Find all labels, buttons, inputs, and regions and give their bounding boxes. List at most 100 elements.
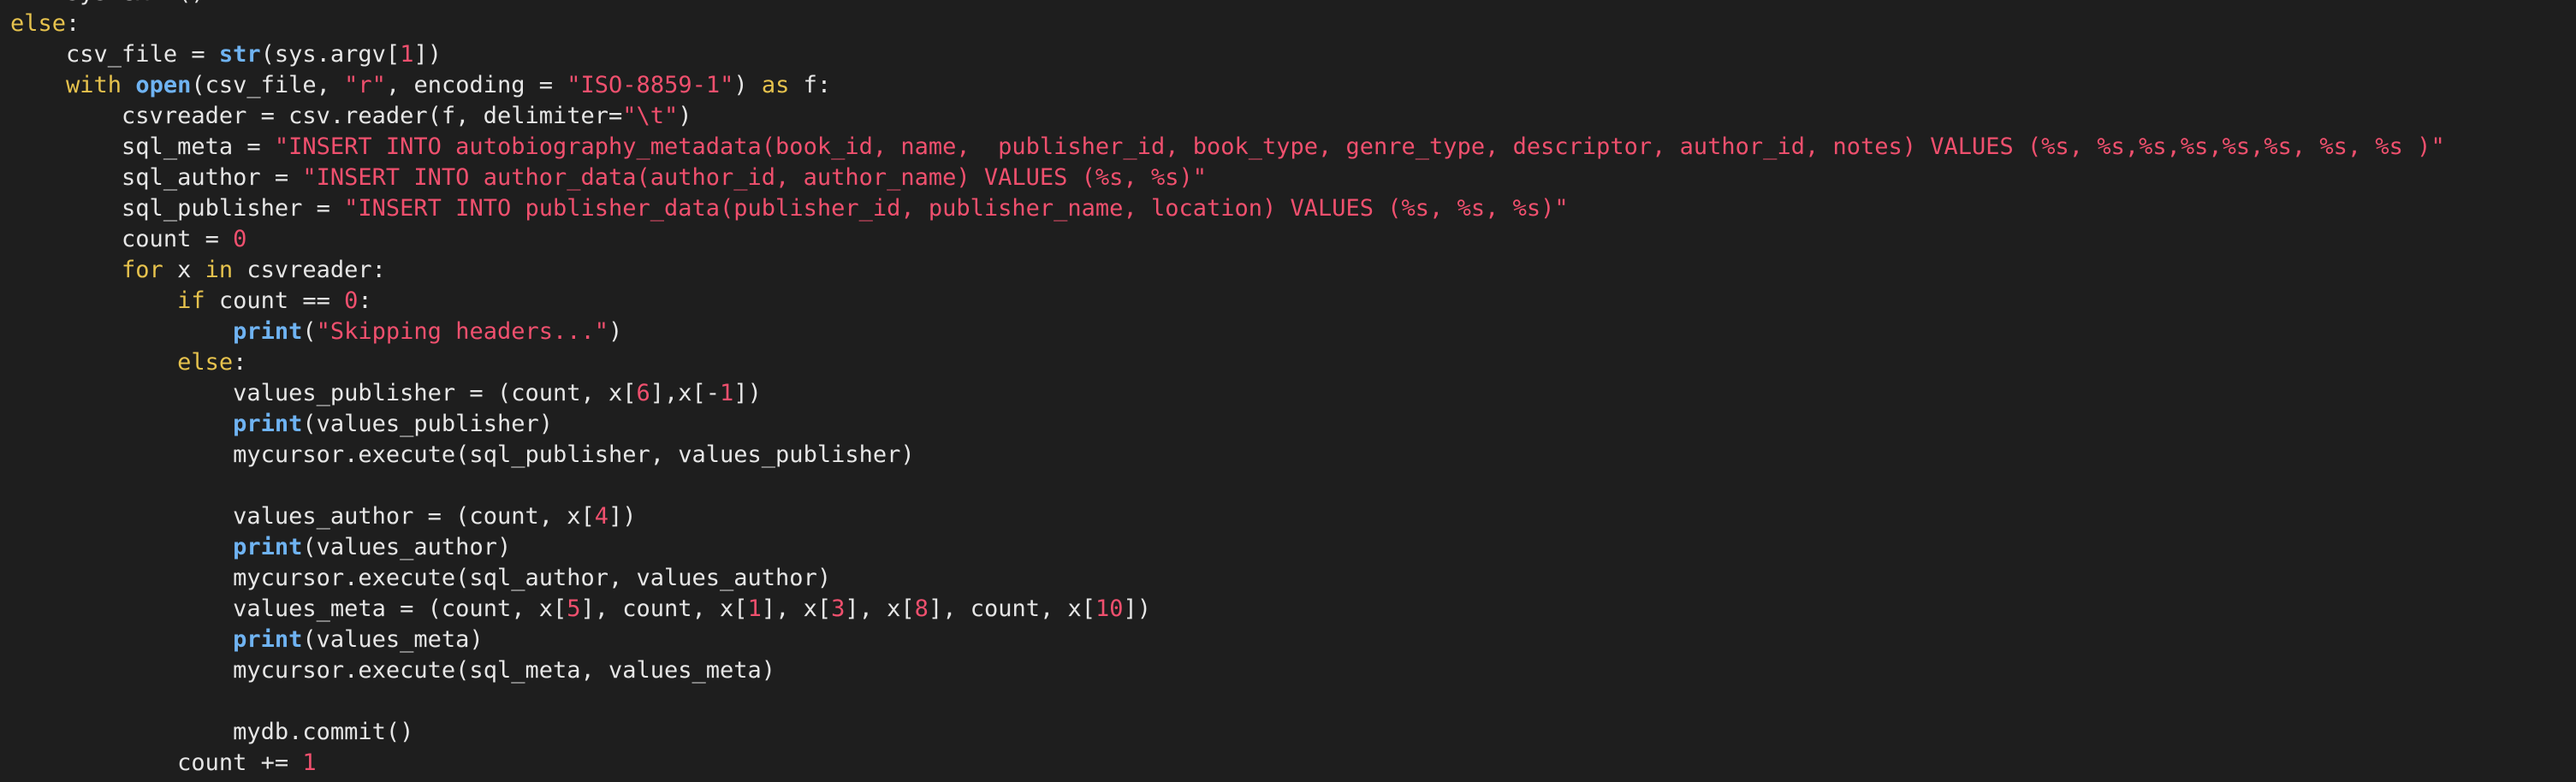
number-token: 8	[914, 595, 929, 622]
code-line: count = 0	[10, 224, 2445, 255]
code-token: values_author = (count, x[	[233, 503, 595, 530]
code-line: print(values_publisher)	[10, 409, 2445, 440]
code-token: ])	[733, 380, 762, 406]
code-line: for x in csvreader:	[10, 255, 2445, 286]
string-token: "Skipping headers..."	[316, 318, 609, 345]
number-token: 1	[400, 41, 414, 68]
code-line: mycursor.execute(sql_author, values_auth…	[10, 563, 2445, 594]
code-token: csvreader = csv.reader(f, delimiter=	[122, 103, 623, 129]
code-line: count += 1	[10, 748, 2445, 779]
builtin-token: print	[233, 626, 303, 653]
code-token: values_publisher = (count, x[	[233, 380, 637, 406]
string-token: "ISO-8859-1"	[567, 72, 734, 98]
builtin-token: open	[135, 72, 192, 98]
code-token: , encoding =	[385, 72, 567, 98]
code-token: ], x[	[761, 595, 832, 622]
code-line: if count == 0:	[10, 286, 2445, 317]
code-line: print(values_author)	[10, 532, 2445, 563]
code-token: ])	[1123, 595, 1152, 622]
code-token: f:	[789, 72, 832, 98]
code-token: :	[66, 10, 80, 37]
builtin-token: str	[218, 41, 261, 68]
string-token: "INSERT INTO author_data(author_id, auth…	[302, 164, 1207, 191]
code-line: mycursor.execute(sql_publisher, values_p…	[10, 440, 2445, 471]
code-token: :	[233, 349, 247, 376]
code-line: mycursor.execute(sql_meta, values_meta)	[10, 655, 2445, 686]
number-token: 1	[302, 749, 317, 776]
code-token: (values_author)	[302, 534, 512, 560]
code-token: )	[733, 72, 762, 98]
code-token: )	[608, 318, 623, 345]
code-token: ], x[	[845, 595, 915, 622]
code-line: values_meta = (count, x[5], count, x[1],…	[10, 594, 2445, 625]
number-token: 10	[1095, 595, 1124, 622]
code-token: (values_publisher)	[302, 411, 553, 437]
number-token: 6	[636, 380, 650, 406]
code-token: sys.exit()	[66, 0, 205, 6]
code-line: else:	[10, 347, 2445, 378]
code-token: ])	[413, 41, 442, 68]
string-token: "INSERT INTO publisher_data(publisher_id…	[344, 195, 1569, 222]
number-token: 1	[720, 380, 734, 406]
number-token: 3	[831, 595, 846, 622]
number-token: 0	[233, 226, 247, 252]
string-token: "r"	[344, 72, 386, 98]
code-token: ])	[608, 503, 637, 530]
code-token: ],x[-	[650, 380, 721, 406]
number-token: 4	[594, 503, 608, 530]
code-token: values_meta = (count, x[	[233, 595, 567, 622]
code-line: csvreader = csv.reader(f, delimiter="\t"…	[10, 101, 2445, 132]
keyword-token: else	[177, 349, 234, 376]
code-token: :	[358, 287, 372, 314]
code-token: csv_file =	[66, 41, 219, 68]
code-token: (values_meta)	[302, 626, 484, 653]
code-token: (	[302, 318, 317, 345]
code-token: count ==	[205, 287, 345, 314]
code-line: with open(csv_file, "r", encoding = "ISO…	[10, 70, 2445, 101]
code-token: (sys.argv[	[260, 41, 401, 68]
code-line: values_author = (count, x[4])	[10, 501, 2445, 532]
code-line: csv_file = str(sys.argv[1])	[10, 39, 2445, 70]
code-token: count =	[122, 226, 234, 252]
number-token: 1	[747, 595, 762, 622]
number-token: 5	[567, 595, 581, 622]
code-token: mycursor.execute(sql_meta, values_meta)	[233, 657, 776, 684]
keyword-token: else	[10, 10, 67, 37]
code-line: mydb.commit()	[10, 717, 2445, 748]
code-editor[interactable]: sys.exit() else: csv_file = str(sys.argv[…	[0, 0, 2576, 782]
keyword-token: as	[761, 72, 790, 98]
code-token: sql_publisher =	[122, 195, 345, 222]
code-line: sql_meta = "INSERT INTO autobiography_me…	[10, 132, 2445, 163]
string-token: "INSERT INTO autobiography_metadata(book…	[274, 133, 2445, 160]
code-token: count +=	[177, 749, 303, 776]
code-line: sys.exit()	[10, 0, 2445, 9]
code-line: sql_author = "INSERT INTO author_data(au…	[10, 163, 2445, 193]
code-token: mycursor.execute(sql_author, values_auth…	[233, 565, 832, 591]
builtin-token: print	[233, 534, 303, 560]
code-token: (csv_file,	[191, 72, 345, 98]
code-line: print("Skipping headers...")	[10, 317, 2445, 347]
builtin-token: print	[233, 411, 303, 437]
code-line: sql_publisher = "INSERT INTO publisher_d…	[10, 193, 2445, 224]
code-text-area[interactable]: sys.exit() else: csv_file = str(sys.argv[…	[10, 0, 2445, 779]
